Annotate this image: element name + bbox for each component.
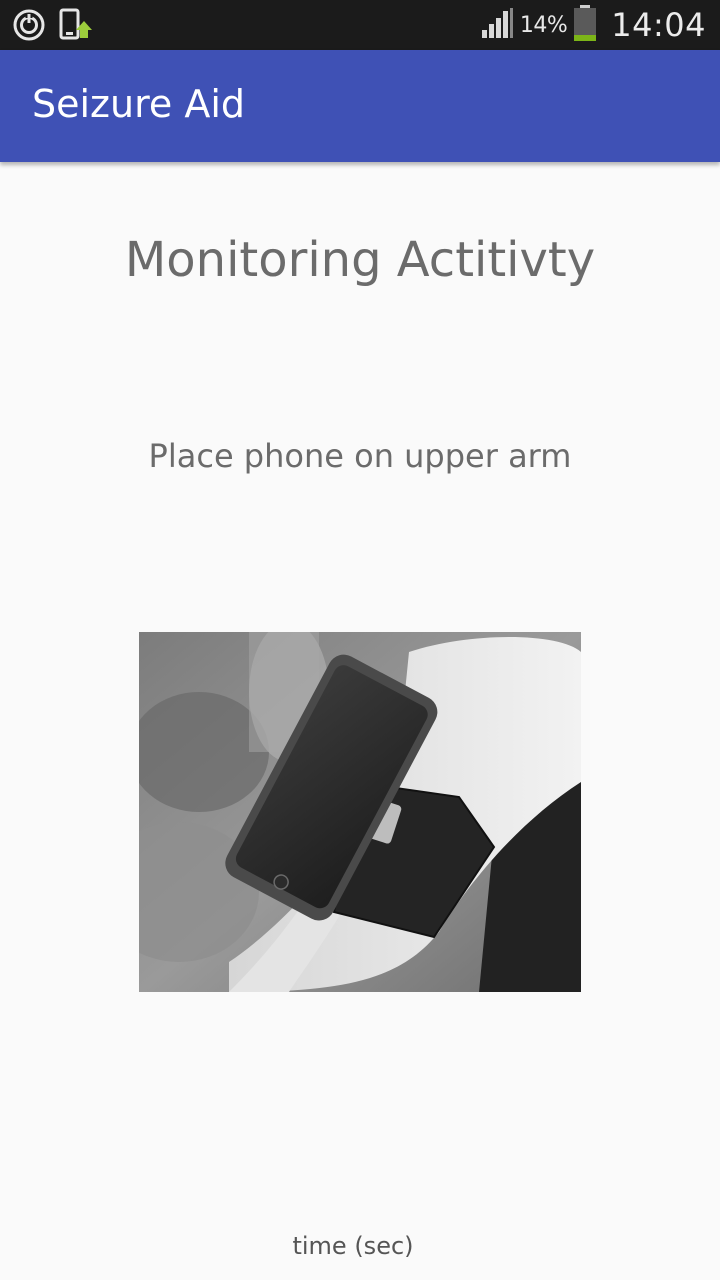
power-saving-icon [12,8,46,46]
page-heading: Monitoring Actitivty [124,232,596,288]
clock: 14:04 [611,6,706,44]
battery-icon [573,5,597,45]
status-left-icons [12,8,92,46]
phone-sync-icon [58,8,92,46]
instruction-text: Place phone on upper arm [148,437,572,475]
status-right-icons: 14% 14:04 [480,0,706,50]
status-bar: 14% 14:04 [0,0,720,50]
app-title: Seizure Aid [32,82,246,126]
phone-on-armband-photo [139,632,581,992]
time-axis-label: time (sec) [292,1232,414,1260]
app-bar: Seizure Aid [0,50,720,162]
battery-percent: 14% [519,12,568,38]
signal-icon [480,8,514,42]
